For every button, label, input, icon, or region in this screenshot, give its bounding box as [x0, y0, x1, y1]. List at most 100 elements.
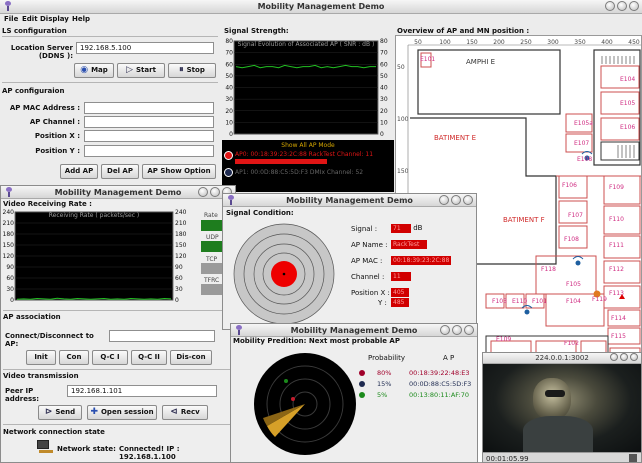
receiving-rate-subtitle: Receiving Rate ( packets/sec ) [49, 212, 140, 219]
minimize-button[interactable] [198, 187, 208, 197]
close-button[interactable] [464, 325, 474, 335]
network-state-value: Connected! IP : 192.168.1.100 [119, 445, 180, 461]
position-y-value: 485 [391, 298, 409, 307]
signal-condition-window: Mobility Management Demo Signal Conditio… [222, 193, 477, 330]
maximize-button[interactable] [620, 353, 628, 361]
y-tick-right: 240 [175, 209, 187, 216]
start-button[interactable]: ▷ Start [117, 63, 165, 78]
y-tick-right: 40 [380, 85, 388, 92]
show-all-ap-mode-label[interactable]: Show All AP Mode [222, 142, 394, 149]
amphi-label: AMPHI E [466, 58, 496, 66]
ap-channel-input[interactable] [84, 116, 214, 128]
minimize-button[interactable] [439, 195, 449, 205]
init-button[interactable]: Init [26, 350, 56, 365]
y-tick-left: 0 [10, 297, 14, 304]
y-tick-right: 10 [380, 119, 388, 126]
signal-value: 71 dB [391, 224, 423, 233]
open-session-label: Open session [100, 408, 154, 416]
y-tick-left: 0 [229, 131, 233, 138]
peer-ip-input[interactable]: 192.168.1.101 [67, 385, 217, 397]
map-button[interactable]: ◉ Map [74, 63, 114, 78]
room-label: F108 [564, 236, 579, 243]
minimize-button[interactable] [605, 1, 615, 11]
tfrc-label: TFRC [204, 277, 220, 284]
room-label: E107 [574, 140, 590, 147]
prediction-row: 80% 00:18:39:22:48:E3 [359, 369, 477, 379]
menu-file[interactable]: File [4, 15, 18, 23]
del-ap-button[interactable]: Del AP [101, 164, 139, 179]
send-icon: ⊳ [44, 407, 53, 417]
room-label: F107 [568, 212, 583, 219]
prediction-window-controls[interactable] [438, 325, 474, 337]
player-window-controls[interactable] [608, 353, 638, 363]
ap-show-option-button[interactable]: AP Show Option [142, 164, 216, 179]
y-tick-right: 0 [175, 297, 179, 304]
location-server-input[interactable]: 192.168.5.100 [76, 42, 214, 54]
main-titlebar: Mobility Management Demo [0, 0, 642, 14]
prediction-probability: 5% [377, 391, 388, 399]
ap-mac-input[interactable] [84, 102, 214, 114]
y-tick-left: 50 [225, 73, 233, 80]
recv-button[interactable]: ⊲ Recv [162, 405, 208, 420]
maximize-button[interactable] [451, 195, 461, 205]
ap-marker-icon[interactable] [572, 256, 584, 266]
player-menu-icon[interactable] [629, 454, 637, 462]
player-time: 00:01:05.99 [486, 455, 529, 463]
position-y-input[interactable] [84, 145, 214, 157]
position-y-label: Y : [378, 299, 387, 307]
maximize-button[interactable] [617, 1, 627, 11]
maximize-button[interactable] [210, 187, 220, 197]
menu-bar: File Edit Display Help [0, 15, 642, 26]
room-label: E105a [574, 120, 593, 127]
add-ap-button[interactable]: Add AP [60, 164, 98, 179]
batiment-e-label: BATIMENT E [434, 134, 477, 142]
position-x-input[interactable] [84, 130, 214, 142]
prediction-ap-mac: 00:13:80:11:AF:70 [409, 391, 469, 399]
y-tick-left: 30 [225, 96, 233, 103]
y-tick-left: 150 [3, 242, 15, 249]
rate-label: Rate [204, 212, 218, 219]
main-window-controls[interactable] [603, 1, 639, 13]
y-tick-right: 120 [175, 253, 187, 260]
room-label: F106 [562, 182, 577, 189]
video-player-window: 224.0.0.1:3002 00:01:05.99 [482, 352, 642, 463]
network-icon [37, 440, 53, 454]
open-session-icon: ✚ [90, 407, 98, 417]
ap-marker-icon[interactable] [521, 305, 533, 315]
close-button[interactable] [629, 1, 639, 11]
recv-button-label: Recv [180, 408, 200, 416]
con-button[interactable]: Con [59, 350, 89, 365]
receiving-rate-chart: Receiving Rate ( packets/sec ) 240 240 210… [3, 209, 187, 304]
room-label: F110 [609, 216, 624, 223]
open-session-button[interactable]: ✚ Open session [87, 405, 157, 420]
close-button[interactable] [463, 195, 473, 205]
menu-display[interactable]: Display [40, 15, 69, 23]
menu-edit[interactable]: Edit [22, 15, 38, 23]
prediction-probability: 80% [377, 369, 392, 377]
send-button[interactable]: ⊳ Send [38, 405, 82, 420]
map-y-tick: 100 [397, 116, 409, 123]
menu-help[interactable]: Help [72, 15, 90, 23]
send-button-label: Send [55, 408, 76, 416]
prediction-heading: Mobility Predition: Next most probable A… [233, 337, 400, 345]
ap-color-dot [359, 392, 365, 398]
qc2-button[interactable]: Q-C II [131, 350, 167, 365]
pause-icon: ⏸ [179, 65, 184, 75]
connect-label: Connect/Disconnect to AP: [5, 332, 94, 348]
connect-ap-input[interactable] [109, 330, 215, 342]
minimize-button[interactable] [440, 325, 450, 335]
close-button[interactable] [630, 353, 638, 361]
map-y-tick: 50 [397, 64, 405, 71]
y-tick-left: 70 [225, 50, 233, 57]
y-tick-right: 150 [175, 242, 187, 249]
dis-con-button[interactable]: Dis-con [170, 350, 212, 365]
location-server-label: Location Server (DDNS ): [10, 44, 73, 60]
maximize-button[interactable] [452, 325, 462, 335]
stop-button[interactable]: ⏸ Stop [168, 63, 216, 78]
position-x-label: Position X : [34, 132, 80, 140]
ap-header: A P [443, 354, 455, 362]
signal-window-controls[interactable] [437, 195, 473, 207]
qc1-button[interactable]: Q-C I [92, 350, 128, 365]
minimize-button[interactable] [610, 353, 618, 361]
ap1-marker-icon [224, 168, 233, 177]
